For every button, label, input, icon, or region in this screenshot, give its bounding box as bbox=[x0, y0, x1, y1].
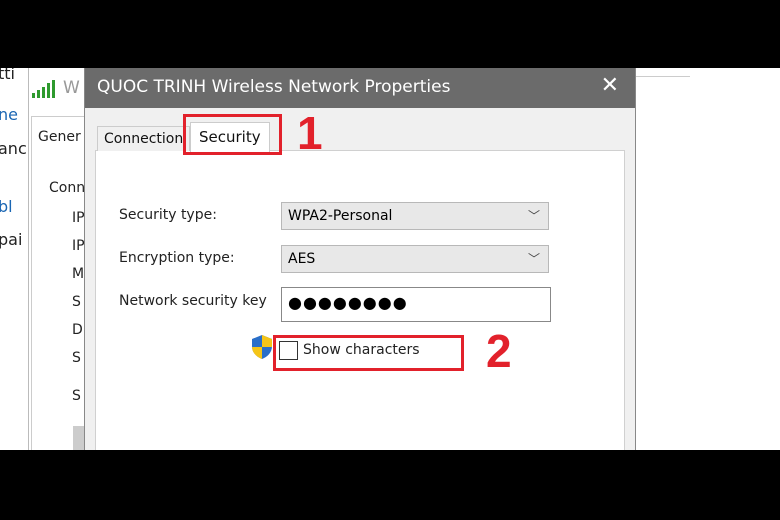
bg-item: S bbox=[72, 350, 81, 366]
security-type-value: WPA2-Personal bbox=[288, 208, 393, 224]
bg-link[interactable]: bl bbox=[0, 197, 13, 216]
highlight-show-characters bbox=[273, 335, 464, 371]
wifi-signal-icon bbox=[31, 80, 57, 98]
encryption-type-select[interactable]: AES ﹀ bbox=[281, 245, 549, 273]
shield-icon bbox=[250, 334, 274, 364]
bg-text: pai bbox=[0, 230, 23, 249]
encryption-type-label: Encryption type: bbox=[119, 250, 235, 266]
chevron-down-icon: ﹀ bbox=[527, 252, 540, 266]
bg-tab-general[interactable]: Gener bbox=[38, 129, 81, 145]
bg-item: IP bbox=[72, 210, 85, 226]
encryption-type-value: AES bbox=[288, 251, 316, 267]
dialog-title: QUOC TRINH Wireless Network Properties bbox=[97, 77, 451, 97]
step-1-label: 1 bbox=[297, 107, 323, 159]
chevron-down-icon: ﹀ bbox=[527, 209, 540, 223]
network-key-label: Network security key bbox=[119, 293, 267, 309]
close-icon[interactable]: ✕ bbox=[601, 73, 619, 98]
security-type-select[interactable]: WPA2-Personal ﹀ bbox=[281, 202, 549, 230]
properties-dialog: QUOC TRINH Wireless Network Properties ✕… bbox=[84, 68, 636, 450]
bg-item: M bbox=[72, 266, 85, 282]
bg-item: IP bbox=[72, 238, 85, 254]
bg-link[interactable]: ne bbox=[0, 105, 18, 124]
security-type-label: Security type: bbox=[119, 207, 217, 223]
bg-text: tti bbox=[0, 68, 15, 83]
tab-connection[interactable]: Connection bbox=[97, 126, 191, 151]
bg-item: Conn bbox=[49, 180, 86, 196]
bg-item: S bbox=[72, 388, 81, 404]
bg-item: S bbox=[72, 294, 81, 310]
bg-window-title: W bbox=[63, 78, 80, 98]
desktop: tti ne anc bl pai W Gener Conn IP IP M S… bbox=[0, 68, 780, 450]
bg-item: D bbox=[72, 322, 83, 338]
title-bar: QUOC TRINH Wireless Network Properties ✕ bbox=[85, 68, 635, 108]
highlight-security-tab bbox=[183, 114, 282, 155]
step-2-label: 2 bbox=[486, 325, 512, 377]
bg-text: anc bbox=[0, 139, 27, 158]
network-key-input[interactable]: ●●●●●●●● bbox=[281, 287, 551, 322]
